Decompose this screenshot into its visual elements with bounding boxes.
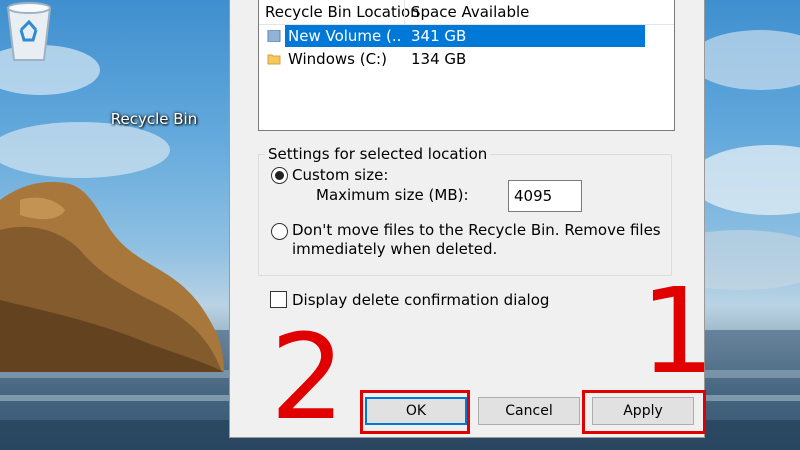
list-item-name: Windows (C:): [288, 50, 387, 68]
column-header-space[interactable]: Space Available: [411, 3, 529, 21]
list-item-space: 134 GB: [411, 50, 467, 68]
recycle-bin-label[interactable]: Recycle Bin: [104, 110, 204, 128]
step-number-1: 1: [640, 262, 716, 400]
list-item-new-volume[interactable]: New Volume (... 341 GB: [259, 25, 674, 47]
cancel-button[interactable]: Cancel: [478, 397, 580, 425]
custom-size-radio[interactable]: [271, 167, 288, 184]
folder-icon: [267, 54, 281, 65]
list-item-name: New Volume (...: [288, 27, 400, 45]
list-item-space: 341 GB: [411, 27, 467, 45]
list-item-windows-c[interactable]: Windows (C:) 134 GB: [259, 48, 674, 70]
column-divider[interactable]: [404, 0, 405, 25]
max-size-label: Maximum size (MB):: [316, 186, 469, 204]
column-header-location[interactable]: Recycle Bin Location: [265, 3, 420, 21]
dont-move-files-label-line1[interactable]: Don't move files to the Recycle Bin. Rem…: [292, 221, 661, 239]
ok-highlight-box: [360, 390, 470, 434]
delete-confirmation-checkbox[interactable]: [270, 291, 287, 308]
list-header: Recycle Bin Location Space Available: [259, 0, 674, 25]
max-size-input[interactable]: 4095: [508, 180, 582, 212]
delete-confirmation-label[interactable]: Display delete confirmation dialog: [292, 291, 549, 309]
dont-move-files-radio[interactable]: [271, 223, 288, 240]
custom-size-label[interactable]: Custom size:: [292, 166, 388, 184]
step-number-2: 2: [270, 308, 346, 446]
dont-move-files-label-line2[interactable]: immediately when deleted.: [292, 240, 497, 258]
settings-group-title: Settings for selected location: [265, 145, 491, 163]
recycle-bin-location-list[interactable]: Recycle Bin Location Space Available New…: [258, 0, 675, 131]
drive-icon: [267, 30, 281, 42]
recycle-bin-icon[interactable]: [0, 0, 58, 62]
